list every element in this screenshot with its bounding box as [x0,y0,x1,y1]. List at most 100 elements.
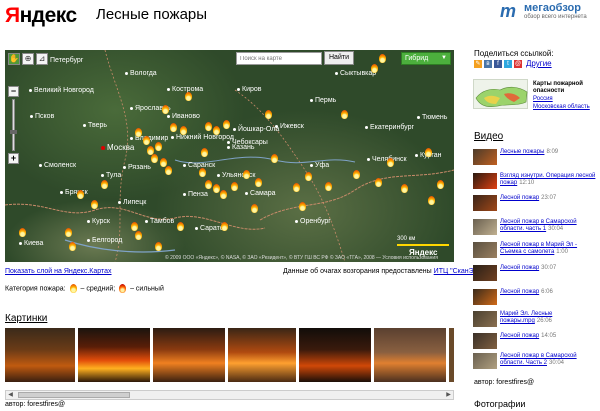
pictures-heading[interactable]: Картинки [5,313,47,324]
fire-marker[interactable] [135,231,142,240]
map-city-capital[interactable]: Москва [101,143,134,152]
video-title[interactable]: Лесной пожар [500,289,539,295]
map-city[interactable]: Киева [19,240,43,247]
find-button[interactable]: Найти [324,51,354,65]
map-city[interactable]: Киров [237,86,262,93]
map-city[interactable]: Иваново [167,113,200,120]
map-city[interactable]: Оренбург [295,218,331,225]
mail-icon[interactable]: @ [514,59,522,68]
fire-marker[interactable] [271,154,278,163]
video-title[interactable]: Лесной пожар в Самарской области. часть … [500,219,577,232]
map-yandex-logo[interactable]: Яндекс [409,248,437,257]
video-item[interactable]: Лесной пожар 23:07 [473,195,599,213]
video-title[interactable]: Лесной пожар [500,333,539,339]
fire-marker[interactable] [77,190,84,199]
video-thumbnail[interactable] [473,289,497,305]
video-thumbnail[interactable] [473,265,497,281]
fire-marker[interactable] [143,136,150,145]
video-thumbnail[interactable] [473,333,497,349]
fire-marker[interactable] [265,110,272,119]
map-city[interactable]: Нижний Новгород [171,134,234,141]
fire-marker[interactable] [325,182,332,191]
fire-marker[interactable] [387,158,394,167]
gallery-image[interactable] [228,328,296,382]
fire-marker[interactable] [251,204,258,213]
map-layer-select[interactable]: Гибрид ▼ [401,52,451,65]
video-item[interactable]: Лесной пожар в Самарской области. часть … [473,219,599,237]
fire-marker[interactable] [165,166,172,175]
scrollbar-thumb[interactable] [18,392,130,398]
fire-map[interactable]: Петербург Вологда Великий Новгород Сыкты… [5,50,454,262]
fire-marker[interactable] [371,64,378,73]
gallery-image[interactable] [78,328,150,382]
map-city[interactable]: Смоленск [39,162,76,169]
map-city[interactable]: Пенза [183,191,208,198]
lj-icon[interactable]: ✎ [474,59,482,68]
video-item[interactable]: Взгляд изнутри. Операция лесной пожар 12:… [473,173,599,191]
fire-marker[interactable] [170,123,177,132]
map-city[interactable]: Белгород [87,237,122,244]
map-city[interactable]: Великий Новгород [29,87,94,94]
video-thumbnail[interactable] [473,311,497,327]
fire-marker[interactable] [220,190,227,199]
zoom-in-button[interactable]: + [8,153,19,164]
zoom-slider[interactable] [10,99,17,151]
map-city[interactable]: Липецк [118,199,146,206]
fire-marker[interactable] [185,92,192,101]
fire-marker[interactable] [379,54,386,63]
video-title[interactable]: Лесной пожар в Самарской области. Часть … [500,353,577,366]
fire-marker[interactable] [213,126,220,135]
map-city[interactable]: Тамбов [145,218,174,225]
megaobzor-logo[interactable]: m мегаобзор обзор всего интернета [500,1,600,23]
video-thumbnail[interactable] [473,353,497,369]
gallery-image[interactable] [374,328,446,382]
map-city[interactable]: Йошкар-Ола [233,126,279,133]
fire-marker[interactable] [221,222,228,231]
fire-marker[interactable] [299,202,306,211]
video-item[interactable]: Лесной пожар 14:05 [473,333,599,351]
facebook-icon[interactable]: f [494,59,502,68]
fire-marker[interactable] [177,222,184,231]
fire-marker[interactable] [293,183,300,192]
scroll-left-icon[interactable]: ◀ [6,391,15,399]
map-city[interactable]: Кострома [167,86,203,93]
video-title[interactable]: Лесной пожар [500,195,539,201]
video-heading[interactable]: Видео [474,131,503,142]
video-item[interactable]: Лесной пожар 6:06 [473,289,599,307]
video-item[interactable]: Лесной пожар в Марий Эл - Съемка с самол… [473,242,599,260]
map-city[interactable]: Тверь [83,122,107,129]
map-city[interactable]: Курск [87,218,110,225]
fire-marker[interactable] [205,180,212,189]
fire-marker[interactable] [199,168,206,177]
video-title[interactable]: Лесной пожар [500,265,539,271]
zoom-out-button[interactable]: − [8,86,19,97]
map-card-link-moscow-region[interactable]: Московская область [533,104,590,110]
video-thumbnail[interactable] [473,219,497,235]
photos-heading[interactable]: Фотографии [474,399,525,409]
map-city[interactable]: Петербург [45,57,83,64]
map-search-input[interactable] [236,52,322,65]
video-item[interactable]: Марий Эл. Лесные пожары.mpg 26:06 [473,311,599,329]
video-thumbnail[interactable] [473,173,497,189]
fire-marker[interactable] [155,142,162,151]
fire-marker[interactable] [205,122,212,131]
gallery-image[interactable] [5,328,75,382]
fire-marker[interactable] [401,184,408,193]
fire-marker[interactable] [91,200,98,209]
show-layer-link[interactable]: Показать слой на Яндекс.Картах [5,268,112,275]
fire-marker[interactable] [425,148,432,157]
twitter-icon[interactable]: t [504,59,512,68]
fire-marker[interactable] [180,126,187,135]
map-city[interactable]: Рязань [123,164,151,171]
video-thumbnail[interactable] [473,149,497,165]
fire-marker[interactable] [135,128,142,137]
map-city[interactable]: Уфа [310,162,329,169]
map-city[interactable]: Тюмень [417,114,447,121]
fire-marker[interactable] [131,222,138,231]
map-city[interactable]: Екатеринбург [365,124,414,131]
map-card-link-russia[interactable]: Россия [533,96,553,102]
video-item[interactable]: Лесные пожары 8:09 [473,149,599,167]
ruler-icon[interactable]: ⊿ [36,53,48,65]
video-item[interactable]: Лесной пожар в Самарской области. Часть … [473,353,599,371]
fire-marker[interactable] [243,170,250,179]
